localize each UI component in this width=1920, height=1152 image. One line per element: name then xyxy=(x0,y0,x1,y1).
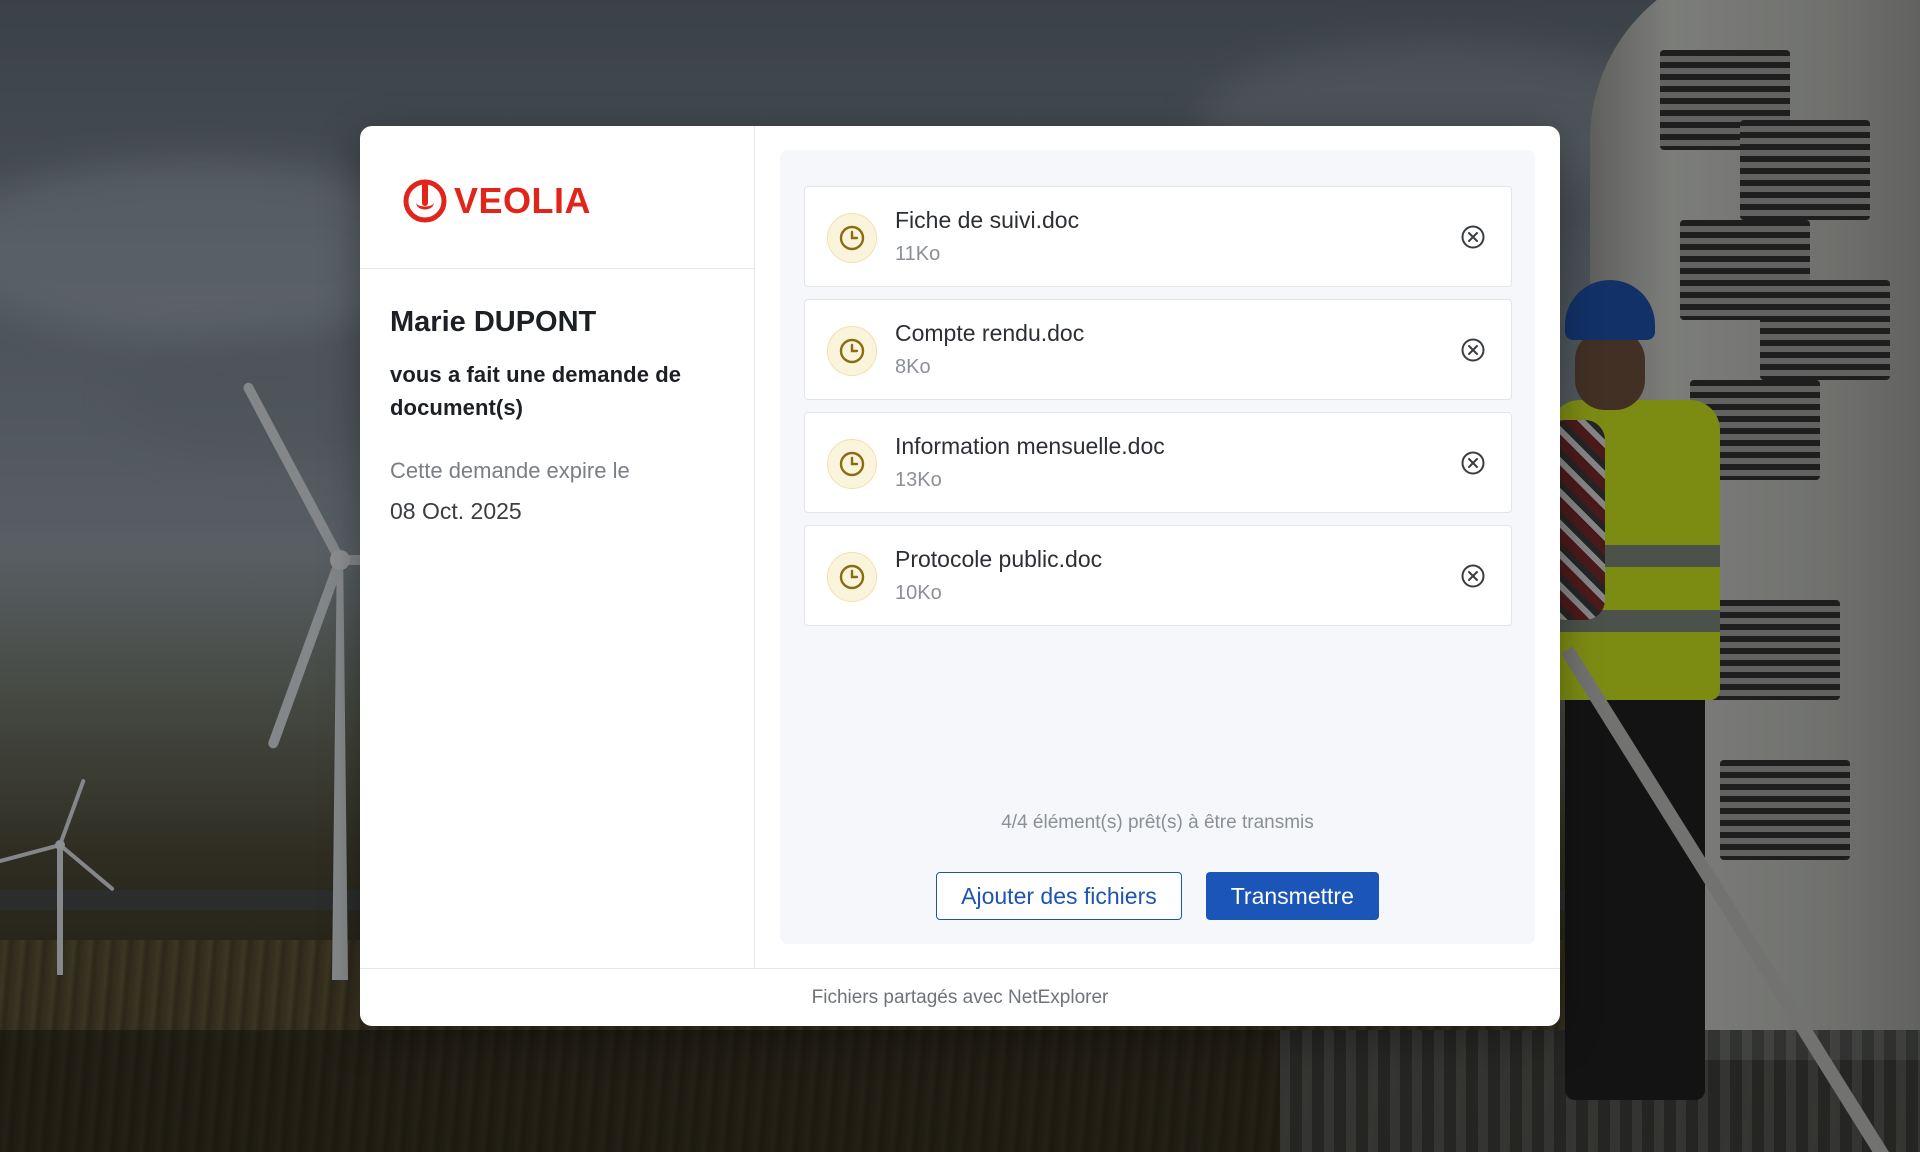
requester-section: Marie DUPONT vous a fait une demande de … xyxy=(360,269,754,525)
close-circle-icon xyxy=(1461,564,1485,588)
clock-icon xyxy=(827,213,877,263)
remove-file-button[interactable] xyxy=(1459,223,1487,251)
file-size: 13Ko xyxy=(895,469,942,491)
file-size: 11Ko xyxy=(895,243,941,265)
remove-file-button[interactable] xyxy=(1459,449,1487,477)
upload-status-text: 4/4 élément(s) prêt(s) à être transmis xyxy=(1001,812,1314,833)
dialog-footer: Fichiers partagés avec NetExplorer xyxy=(360,968,1560,1026)
file-item: Compte rendu.doc 8Ko xyxy=(804,299,1512,400)
file-name: Information mensuelle.doc xyxy=(895,433,1165,459)
file-size: 8Ko xyxy=(895,356,931,378)
request-info-panel: VEOLIA Marie DUPONT vous a fait une dema… xyxy=(360,126,755,968)
request-message: vous a fait une demande de document(s) xyxy=(390,361,682,420)
file-list: Fiche de suivi.doc 11Ko Compte rendu.doc… xyxy=(804,186,1512,638)
remove-file-button[interactable] xyxy=(1459,336,1487,364)
upload-panel: Fiche de suivi.doc 11Ko Compte rendu.doc… xyxy=(780,150,1535,944)
clock-icon xyxy=(827,552,877,602)
file-name: Fiche de suivi.doc xyxy=(895,207,1080,233)
file-item: Fiche de suivi.doc 11Ko xyxy=(804,186,1512,287)
file-item: Information mensuelle.doc 13Ko xyxy=(804,412,1512,513)
file-name: Protocole public.doc xyxy=(895,546,1103,572)
brand-logo: VEOLIA xyxy=(402,178,591,224)
brand-name: VEOLIA xyxy=(454,180,592,221)
clock-icon xyxy=(827,326,877,376)
close-circle-icon xyxy=(1461,225,1485,249)
document-request-dialog: VEOLIA Marie DUPONT vous a fait une dema… xyxy=(360,126,1560,1026)
remove-file-button[interactable] xyxy=(1459,562,1487,590)
clock-icon xyxy=(827,439,877,489)
submit-button[interactable]: Transmettre xyxy=(1205,872,1379,920)
action-bar: Ajouter des fichiers Transmettre xyxy=(780,872,1535,920)
close-circle-icon xyxy=(1461,338,1485,362)
expire-label: Cette demande expire le xyxy=(390,457,630,483)
requester-name: Marie DUPONT xyxy=(390,306,597,338)
add-files-button[interactable]: Ajouter des fichiers xyxy=(936,872,1182,920)
file-item: Protocole public.doc 10Ko xyxy=(804,525,1512,626)
file-size: 10Ko xyxy=(895,582,942,604)
veolia-logo-icon xyxy=(403,179,447,223)
logo-area: VEOLIA xyxy=(360,126,754,269)
close-circle-icon xyxy=(1461,451,1485,475)
expire-date: 08 Oct. 2025 xyxy=(390,497,522,524)
file-name: Compte rendu.doc xyxy=(895,320,1085,346)
